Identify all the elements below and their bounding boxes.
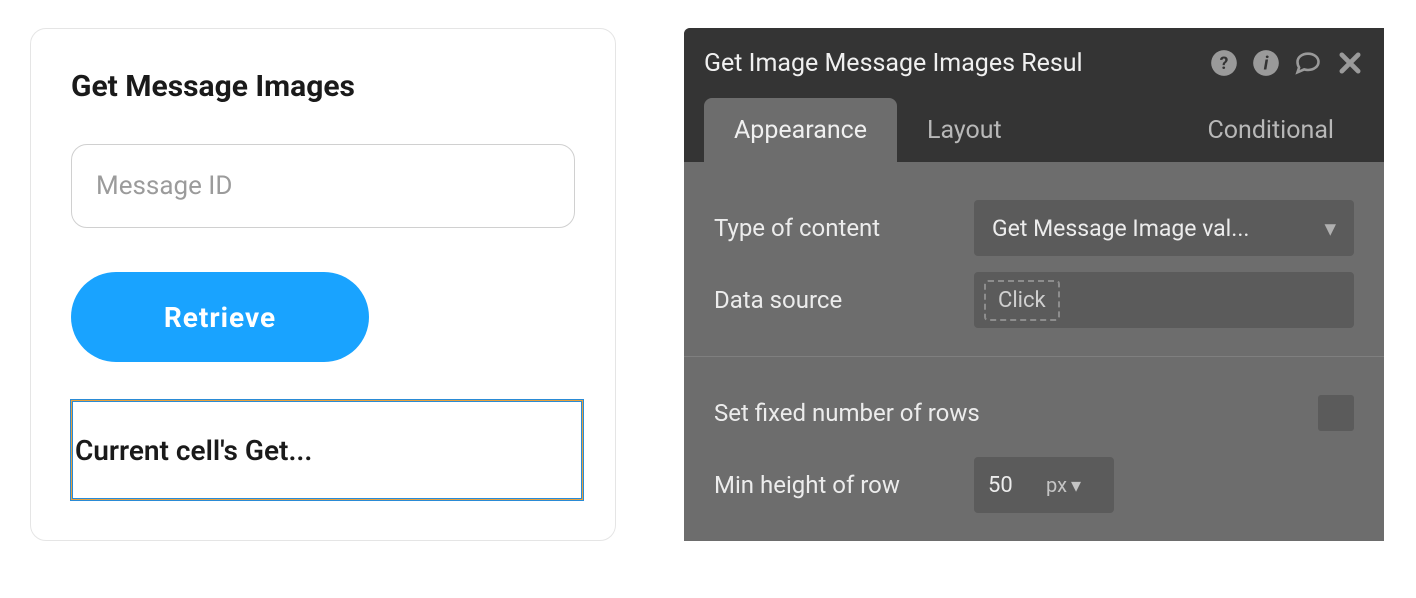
left-card: Get Message Images Retrieve Current cell… xyxy=(30,28,616,541)
prop-row-min-height: Min height of row px ▾ xyxy=(714,449,1354,521)
prop-label-min-height: Min height of row xyxy=(714,471,954,499)
fixed-rows-checkbox[interactable] xyxy=(1318,395,1354,431)
chevron-down-icon: ▾ xyxy=(1324,215,1336,242)
min-height-unit-dropdown[interactable]: px ▾ xyxy=(1046,473,1081,497)
info-icon[interactable]: i xyxy=(1252,49,1280,77)
type-of-content-dropdown[interactable]: Get Message Image val... ▾ xyxy=(974,200,1354,256)
tab-layout[interactable]: Layout xyxy=(897,98,1032,162)
close-icon[interactable] xyxy=(1336,49,1364,77)
min-height-unit: px xyxy=(1046,473,1067,497)
type-of-content-value: Get Message Image val... xyxy=(992,215,1314,242)
panel-title: Get Image Message Images Resul xyxy=(704,49,1196,78)
data-source-field[interactable]: Click xyxy=(974,272,1354,328)
prop-label-fixed-rows: Set fixed number of rows xyxy=(714,399,1298,427)
min-height-input[interactable] xyxy=(988,473,1036,498)
property-editor-panel: Get Image Message Images Resul ? i Appea… xyxy=(684,28,1384,541)
divider xyxy=(684,356,1384,357)
tab-conditional[interactable]: Conditional xyxy=(1177,98,1364,162)
panel-header: Get Image Message Images Resul ? i xyxy=(684,28,1384,98)
panel-body: Type of content Get Message Image val...… xyxy=(684,162,1384,541)
min-height-input-wrap: px ▾ xyxy=(974,457,1114,513)
prop-row-data-source: Data source Click xyxy=(714,264,1354,336)
data-source-click[interactable]: Click xyxy=(984,280,1060,321)
repeating-group-element[interactable]: Current cell's Get... xyxy=(71,400,583,500)
message-id-input[interactable] xyxy=(71,144,575,228)
prop-row-fixed-rows: Set fixed number of rows xyxy=(714,377,1354,449)
help-icon[interactable]: ? xyxy=(1210,49,1238,77)
svg-text:?: ? xyxy=(1220,54,1229,74)
tab-appearance[interactable]: Appearance xyxy=(704,98,897,162)
card-title: Get Message Images xyxy=(71,69,575,104)
chevron-down-icon: ▾ xyxy=(1071,473,1081,497)
prop-row-type-of-content: Type of content Get Message Image val...… xyxy=(714,192,1354,264)
current-cell-text: Current cell's Get... xyxy=(73,434,312,467)
comment-icon[interactable] xyxy=(1294,49,1322,77)
retrieve-button[interactable]: Retrieve xyxy=(71,272,369,362)
prop-label-type-of-content: Type of content xyxy=(714,214,954,242)
tabs: Appearance Layout Conditional xyxy=(684,98,1384,162)
prop-label-data-source: Data source xyxy=(714,286,954,314)
